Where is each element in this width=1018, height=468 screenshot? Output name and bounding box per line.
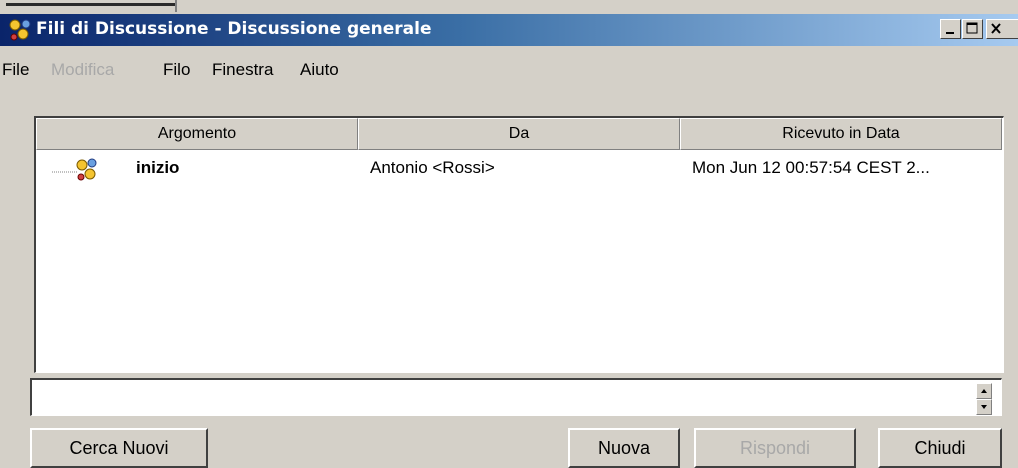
maximize-icon: [966, 22, 978, 34]
threads-table[interactable]: Argomento Da Ricevuto in Data inizio Ant…: [34, 116, 1004, 373]
close-button[interactable]: [986, 19, 1018, 39]
spinner-down-button[interactable]: [976, 399, 992, 415]
outer-window-divider: [175, 0, 177, 12]
menu-bar: File Modifica Filo Finestra Aiuto: [0, 46, 1018, 86]
close-icon: [991, 23, 1001, 34]
search-new-button[interactable]: Cerca Nuovi: [30, 428, 208, 468]
column-header-ricevuto[interactable]: Ricevuto in Data: [680, 118, 1002, 150]
menu-aiuto[interactable]: Aiuto: [300, 60, 339, 80]
column-header-argomento[interactable]: Argomento: [36, 118, 358, 150]
table-row[interactable]: inizio Antonio <Rossi> Mon Jun 12 00:57:…: [36, 152, 1002, 186]
row-received: Mon Jun 12 00:57:54 CEST 2...: [692, 158, 930, 177]
window-title: Fili di Discussione - Discussione genera…: [36, 19, 432, 39]
spinner-up-button[interactable]: [976, 383, 992, 399]
column-header-da[interactable]: Da: [358, 118, 680, 150]
title-bar[interactable]: Fili di Discussione - Discussione genera…: [0, 14, 1018, 46]
outer-window-edge: [6, 3, 176, 6]
close-window-button[interactable]: Chiudi: [878, 428, 1002, 468]
message-field[interactable]: [30, 378, 1002, 416]
minimize-icon: [946, 32, 954, 34]
minimize-button[interactable]: [940, 19, 961, 39]
maximize-button[interactable]: [962, 19, 983, 39]
arrow-up-icon: [981, 389, 987, 393]
discussion-threads-icon: [9, 19, 31, 41]
arrow-down-icon: [981, 405, 987, 409]
menu-filo[interactable]: Filo: [163, 60, 190, 80]
row-from: Antonio <Rossi>: [370, 158, 495, 177]
menu-finestra[interactable]: Finestra: [212, 60, 273, 80]
thread-node-icon: [52, 158, 97, 181]
menu-modifica[interactable]: Modifica: [51, 60, 114, 80]
new-button[interactable]: Nuova: [568, 428, 680, 468]
row-topic: inizio: [136, 158, 180, 177]
reply-button[interactable]: Rispondi: [694, 428, 856, 468]
menu-file[interactable]: File: [2, 60, 29, 80]
outer-window-strip: [0, 0, 1018, 14]
